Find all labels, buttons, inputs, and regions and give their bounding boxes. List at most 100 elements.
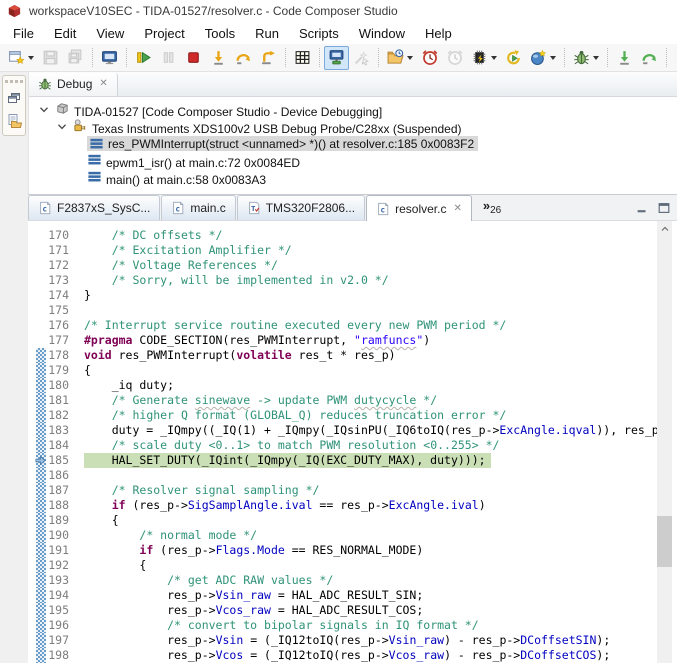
debug-view-tab[interactable]: Debug ✕ bbox=[29, 73, 118, 96]
line-number[interactable]: 190 bbox=[46, 528, 78, 543]
terminate-button[interactable] bbox=[181, 46, 206, 70]
minimize-icon[interactable] bbox=[633, 199, 651, 217]
pointer-wand-button[interactable] bbox=[349, 46, 374, 70]
drag-grip-icon[interactable] bbox=[5, 78, 23, 85]
code-text[interactable]: } bbox=[84, 288, 91, 303]
line-number[interactable]: 178 bbox=[46, 348, 78, 363]
code-editor[interactable]: 170 /* DC offsets */171 /* Excitation Am… bbox=[28, 221, 677, 663]
code-text[interactable]: #pragma CODE_SECTION(res_PWMInterrupt, "… bbox=[84, 333, 430, 348]
line-number[interactable]: 184 bbox=[46, 438, 78, 453]
step-into-button[interactable] bbox=[206, 46, 231, 70]
line-number[interactable]: 196 bbox=[46, 618, 78, 633]
range-indicator[interactable] bbox=[36, 603, 46, 618]
line-number[interactable]: 189 bbox=[46, 513, 78, 528]
range-indicator[interactable] bbox=[36, 228, 46, 243]
code-text[interactable]: /* higher Q format (GLOBAL_Q) reduces tr… bbox=[84, 408, 506, 423]
code-text[interactable]: /* normal mode */ bbox=[84, 528, 257, 543]
line-number[interactable]: 182 bbox=[46, 408, 78, 423]
code-text[interactable]: res_p->Vsin_raw = HAL_ADC_RESULT_SIN; bbox=[84, 588, 423, 603]
line-number[interactable]: 183 bbox=[46, 423, 78, 438]
save-button[interactable] bbox=[38, 46, 63, 70]
debug-tree-item[interactable]: TIDA-01527 [Code Composer Studio - Devic… bbox=[29, 101, 677, 118]
connect-target-button[interactable] bbox=[324, 46, 349, 70]
line-number[interactable]: 188 bbox=[46, 498, 78, 513]
restore-view-icon[interactable] bbox=[4, 88, 24, 108]
code-text[interactable]: /* Excitation Amplifier */ bbox=[84, 243, 292, 258]
menu-tools[interactable]: Tools bbox=[195, 24, 245, 43]
range-indicator[interactable] bbox=[36, 258, 46, 273]
menu-run[interactable]: Run bbox=[245, 24, 289, 43]
line-number[interactable]: 170 bbox=[46, 228, 78, 243]
range-indicator[interactable] bbox=[36, 558, 46, 573]
line-number[interactable]: 197 bbox=[46, 633, 78, 648]
menu-file[interactable]: File bbox=[3, 24, 44, 43]
menu-project[interactable]: Project bbox=[134, 24, 194, 43]
line-number[interactable]: 194 bbox=[46, 588, 78, 603]
line-number[interactable]: 193 bbox=[46, 573, 78, 588]
range-indicator[interactable] bbox=[36, 393, 46, 408]
line-number[interactable]: 198 bbox=[46, 648, 78, 663]
step-return-button[interactable] bbox=[256, 46, 281, 70]
restart-button[interactable] bbox=[501, 46, 526, 70]
save-all-button[interactable] bbox=[63, 46, 88, 70]
line-number[interactable]: 172 bbox=[46, 258, 78, 273]
bug-button[interactable] bbox=[569, 46, 603, 70]
tab-overflow-chevron[interactable]: » 26 bbox=[483, 200, 501, 216]
line-number[interactable]: 186 bbox=[46, 468, 78, 483]
step-over-button[interactable] bbox=[231, 46, 256, 70]
line-number[interactable]: 175 bbox=[46, 303, 78, 318]
code-text[interactable]: /* Voltage References */ bbox=[84, 258, 278, 273]
line-number[interactable]: 192 bbox=[46, 558, 78, 573]
range-indicator[interactable] bbox=[36, 363, 46, 378]
registers-button[interactable] bbox=[290, 46, 315, 70]
range-indicator[interactable] bbox=[36, 378, 46, 393]
line-number[interactable]: 179 bbox=[46, 363, 78, 378]
line-number[interactable]: 191 bbox=[46, 543, 78, 558]
line-number[interactable]: 171 bbox=[46, 243, 78, 258]
code-text[interactable]: { bbox=[84, 363, 91, 378]
range-indicator[interactable] bbox=[36, 543, 46, 558]
range-indicator[interactable] bbox=[36, 468, 46, 483]
code-text[interactable]: /* Interrupt service routine executed ev… bbox=[84, 318, 506, 333]
code-text[interactable]: /* Resolver signal sampling */ bbox=[84, 483, 319, 498]
vertical-scrollbar[interactable] bbox=[657, 221, 672, 663]
menu-edit[interactable]: Edit bbox=[44, 24, 86, 43]
range-indicator[interactable] bbox=[36, 333, 46, 348]
chevron-down-icon[interactable] bbox=[491, 56, 497, 60]
code-text[interactable]: HAL_SET_DUTY(_IQint(_IQmpy(_IQ(EXC_DUTY_… bbox=[84, 453, 491, 468]
range-indicator[interactable] bbox=[36, 618, 46, 633]
line-number[interactable]: 180 bbox=[46, 378, 78, 393]
flash-chip-button[interactable] bbox=[467, 46, 501, 70]
code-text[interactable]: { bbox=[84, 558, 146, 573]
range-indicator[interactable] bbox=[36, 528, 46, 543]
resume-button[interactable] bbox=[131, 46, 156, 70]
line-number[interactable]: 174 bbox=[46, 288, 78, 303]
code-text[interactable]: duty = _IQmpy((_IQ(1) + _IQmpy(_IQsinPU(… bbox=[84, 423, 666, 438]
tab-main-c[interactable]: cmain.c bbox=[161, 195, 235, 220]
line-number[interactable]: 176 bbox=[46, 318, 78, 333]
range-indicator[interactable] bbox=[36, 573, 46, 588]
line-number[interactable]: 195 bbox=[46, 603, 78, 618]
clock-red-button[interactable] bbox=[417, 46, 442, 70]
debug-tree-item[interactable]: main() at main.c:58 0x0083A3 bbox=[29, 169, 677, 186]
menu-scripts[interactable]: Scripts bbox=[289, 24, 349, 43]
menu-window[interactable]: Window bbox=[349, 24, 415, 43]
line-number[interactable]: 185 bbox=[46, 453, 78, 468]
range-indicator[interactable] bbox=[36, 288, 46, 303]
chevron-down-icon[interactable] bbox=[28, 56, 34, 60]
code-text[interactable]: /* convert to bipolar signals in IQ form… bbox=[84, 618, 479, 633]
tab-f2837xs-sysc-[interactable]: cF2837xS_SysC... bbox=[28, 195, 160, 220]
range-indicator[interactable] bbox=[36, 513, 46, 528]
new-wizard-button[interactable] bbox=[4, 46, 38, 70]
code-text[interactable]: res_p->Vcos = (_IQ12toIQ(res_p->Vcos_raw… bbox=[84, 648, 610, 663]
code-text[interactable]: res_p->Vsin = (_IQ12toIQ(res_p->Vsin_raw… bbox=[84, 633, 610, 648]
code-text[interactable]: void res_PWMInterrupt(volatile res_t * r… bbox=[84, 348, 396, 363]
chevron-down-icon[interactable] bbox=[593, 56, 599, 60]
code-text[interactable]: /* Generate sinewave -> update PWM dutyc… bbox=[84, 393, 437, 408]
range-indicator[interactable] bbox=[36, 273, 46, 288]
range-indicator[interactable] bbox=[36, 498, 46, 513]
range-indicator[interactable] bbox=[36, 243, 46, 258]
debug-tree-item[interactable]: Texas Instruments XDS100v2 USB Debug Pro… bbox=[29, 118, 677, 135]
hammer-button[interactable] bbox=[671, 46, 677, 70]
console-view-button[interactable] bbox=[97, 46, 122, 70]
